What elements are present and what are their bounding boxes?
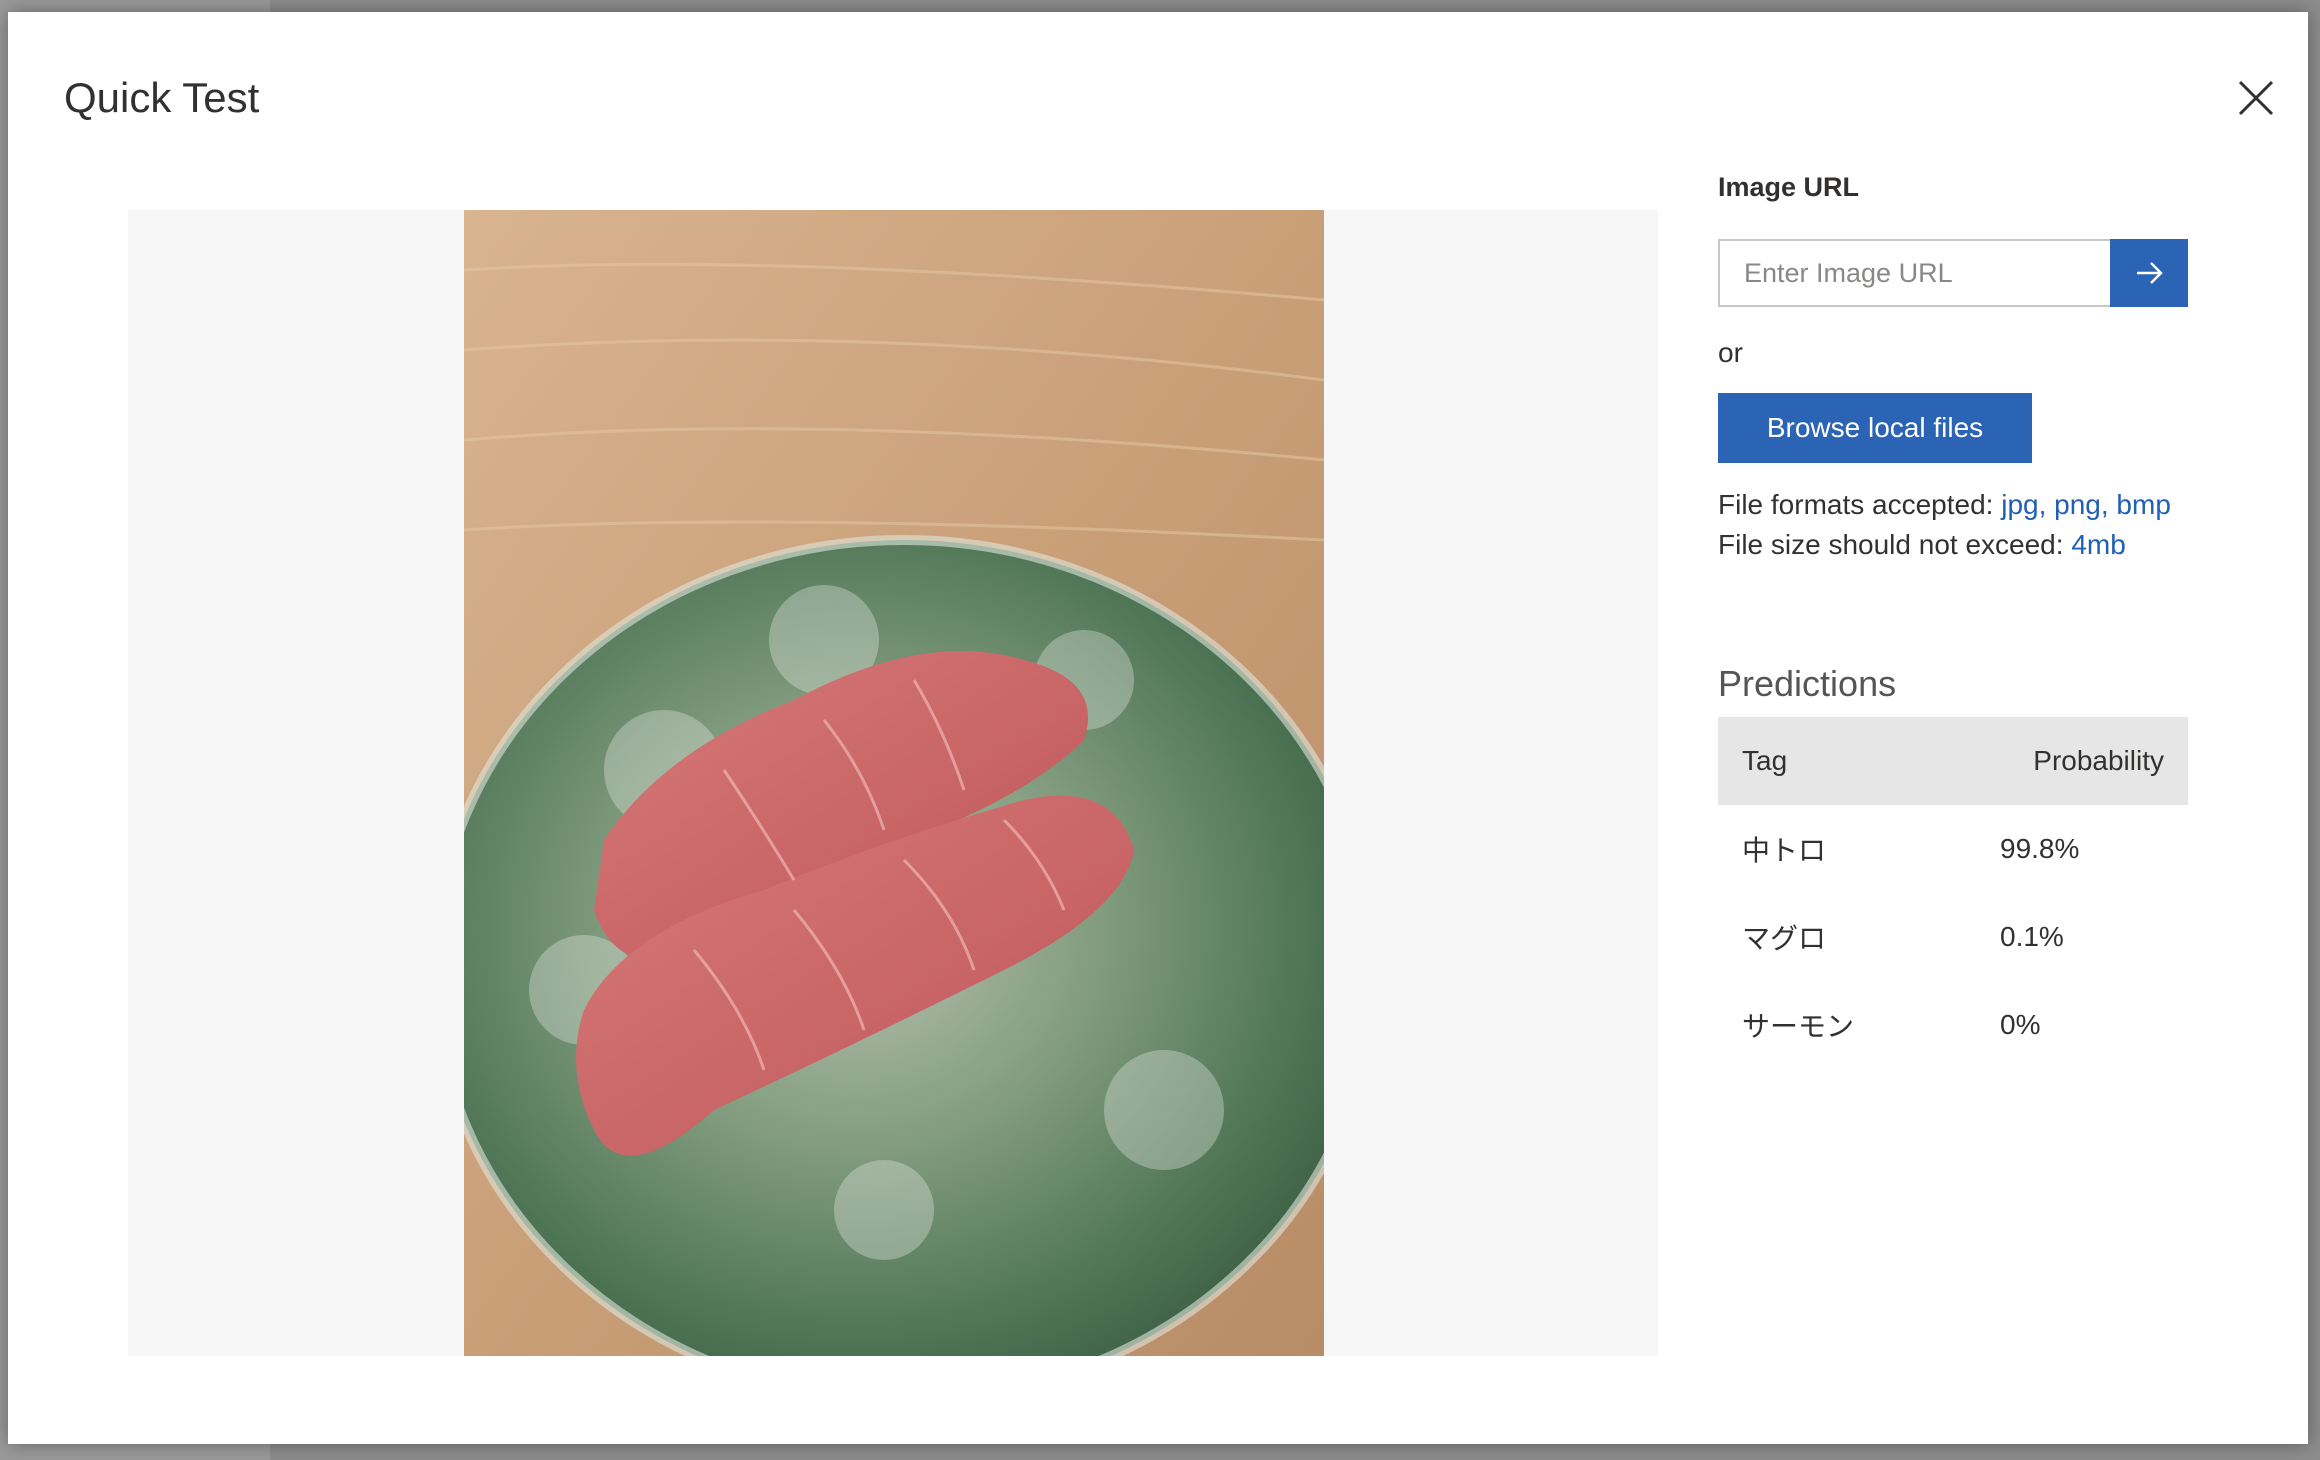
prediction-tag: マグロ [1742,922,1827,955]
predictions-title: Predictions [1718,663,1897,704]
test-sidebar: Image URL or Browse local files File for… [1718,172,2188,1069]
tag-column-header: Tag [1718,717,1940,805]
prediction-probability: 0% [2000,1009,2041,1040]
image-url-input[interactable] [1718,239,2110,307]
file-formats-line: File formats accepted: jpg, png, bmp [1718,485,2188,525]
image-preview-panel [128,210,1658,1356]
close-icon [2238,80,2274,116]
file-formats-label: File formats accepted: [1718,489,1994,520]
image-url-row [1718,239,2188,307]
prediction-row: マグロ 0.1% [1718,893,2188,981]
test-image [464,210,1324,1356]
arrow-right-icon [2137,262,2163,284]
prediction-probability: 99.8% [2000,833,2080,864]
file-size-label: File size should not exceed: [1718,529,2064,560]
probability-column-header: Probability [1940,717,2188,805]
file-requirements: File formats accepted: jpg, png, bmp Fil… [1718,485,2188,565]
prediction-row: 中トロ 99.8% [1718,805,2188,893]
or-separator: or [1718,337,1743,368]
close-button[interactable] [2226,68,2286,128]
prediction-row: サーモン 0% [1718,981,2188,1069]
file-formats-link[interactable]: jpg, png, bmp [2001,489,2171,520]
file-size-link[interactable]: 4mb [2071,529,2125,560]
prediction-tag: 中トロ [1742,834,1827,867]
image-url-label: Image URL [1718,172,1860,202]
browse-local-files-button[interactable]: Browse local files [1718,393,2032,463]
prediction-tag: サーモン [1742,1010,1855,1043]
prediction-probability: 0.1% [2000,921,2064,952]
quick-test-dialog: Quick Test Image URL Enter Image URL or … [8,12,2308,1444]
predictions-header-row: Tag Probability [1718,717,2188,805]
dialog-title: Quick Test [64,74,260,121]
submit-url-button[interactable] [2110,239,2188,307]
file-size-line: File size should not exceed: 4mb [1718,525,2188,565]
predictions-table: Tag Probability 中トロ 99.8% マグロ 0.1% サーモン … [1718,717,2188,1069]
